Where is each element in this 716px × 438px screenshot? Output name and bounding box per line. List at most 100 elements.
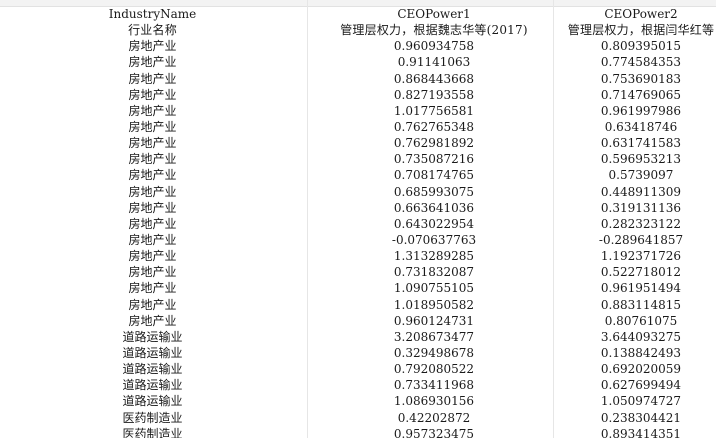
table-cell[interactable]: 房地产业 bbox=[0, 248, 305, 264]
table-cell[interactable]: 0.91141063 bbox=[312, 54, 556, 70]
table-cell[interactable]: 医药制造业 bbox=[0, 426, 305, 438]
table-cell[interactable]: 0.868443668 bbox=[312, 71, 556, 87]
table-row: 房地产业 0.868443668 0.753690183 bbox=[0, 71, 716, 87]
table-row: 房地产业 0.762981892 0.631741583 bbox=[0, 135, 716, 151]
table-cell[interactable]: 房地产业 bbox=[0, 103, 305, 119]
spreadsheet: IndustryName CEOPower1 CEOPower2 行业名称 管理… bbox=[0, 0, 716, 438]
table-cell[interactable]: 0.774584353 bbox=[556, 54, 716, 70]
table-cell[interactable]: 0.731832087 bbox=[312, 264, 556, 280]
table-cell[interactable]: 0.809395015 bbox=[556, 38, 716, 54]
table-cell[interactable]: 房地产业 bbox=[0, 184, 305, 200]
table-row: 道路运输业 3.208673477 3.644093275 bbox=[0, 329, 716, 345]
table-cell[interactable]: 0.238304421 bbox=[556, 410, 716, 426]
table-cell[interactable]: 0.692020059 bbox=[556, 361, 716, 377]
table-cell[interactable]: 0.329498678 bbox=[312, 345, 556, 361]
table-cell[interactable]: 道路运输业 bbox=[0, 361, 305, 377]
table-row: 道路运输业 0.792080522 0.692020059 bbox=[0, 361, 716, 377]
table-cell[interactable]: 房地产业 bbox=[0, 38, 305, 54]
description-cell[interactable]: 行业名称 bbox=[0, 22, 305, 38]
table-cell[interactable]: 0.627699494 bbox=[556, 377, 716, 393]
table-cell[interactable]: 0.957323475 bbox=[312, 426, 556, 438]
table-cell[interactable]: 0.80761075 bbox=[556, 313, 716, 329]
table-cell[interactable]: 0.753690183 bbox=[556, 71, 716, 87]
description-cell[interactable]: 管理层权力，根据魏志华等(2017) bbox=[312, 22, 556, 38]
table-cell[interactable]: 1.090755105 bbox=[312, 280, 556, 296]
table-cell[interactable]: 0.961951494 bbox=[556, 280, 716, 296]
table-cell[interactable]: 0.960124731 bbox=[312, 313, 556, 329]
table-cell[interactable]: 房地产业 bbox=[0, 151, 305, 167]
table-cell[interactable]: 道路运输业 bbox=[0, 377, 305, 393]
table-row: 房地产业 0.91141063 0.774584353 bbox=[0, 54, 716, 70]
table-cell[interactable]: 3.208673477 bbox=[312, 329, 556, 345]
table-cell[interactable]: 房地产业 bbox=[0, 71, 305, 87]
table-cell[interactable]: 1.050974727 bbox=[556, 393, 716, 409]
table-cell[interactable]: 1.017756581 bbox=[312, 103, 556, 119]
table-cell[interactable]: 3.644093275 bbox=[556, 329, 716, 345]
table-cell[interactable]: 0.762981892 bbox=[312, 135, 556, 151]
table-cell[interactable]: 房地产业 bbox=[0, 216, 305, 232]
table-cell[interactable]: 0.883114815 bbox=[556, 297, 716, 313]
table-cell[interactable]: 0.663641036 bbox=[312, 200, 556, 216]
table-cell[interactable]: 0.960934758 bbox=[312, 38, 556, 54]
header-cell[interactable]: CEOPower2 bbox=[556, 6, 716, 22]
table-cell[interactable]: 0.138842493 bbox=[556, 345, 716, 361]
table-cell[interactable]: 1.313289285 bbox=[312, 248, 556, 264]
header-cell[interactable]: IndustryName bbox=[0, 6, 305, 22]
table-row: 房地产业 1.090755105 0.961951494 bbox=[0, 280, 716, 296]
table-cell[interactable]: 医药制造业 bbox=[0, 410, 305, 426]
table-row: 房地产业 0.643022954 0.282323122 bbox=[0, 216, 716, 232]
table-row: 道路运输业 1.086930156 1.050974727 bbox=[0, 393, 716, 409]
table-row: 道路运输业 0.329498678 0.138842493 bbox=[0, 345, 716, 361]
table-row: 房地产业 -0.070637763 -0.289641857 bbox=[0, 232, 716, 248]
table-cell[interactable]: 0.63418746 bbox=[556, 119, 716, 135]
table-cell[interactable]: 1.018950582 bbox=[312, 297, 556, 313]
table-cell[interactable]: 1.192371726 bbox=[556, 248, 716, 264]
table-cell[interactable]: 0.735087216 bbox=[312, 151, 556, 167]
table-cell[interactable]: 道路运输业 bbox=[0, 329, 305, 345]
table-cell[interactable]: 房地产业 bbox=[0, 167, 305, 183]
table-cell[interactable]: -0.070637763 bbox=[312, 232, 556, 248]
table-cell[interactable]: 0.596953213 bbox=[556, 151, 716, 167]
table-cell[interactable]: 0.762765348 bbox=[312, 119, 556, 135]
table-cell[interactable]: 房地产业 bbox=[0, 200, 305, 216]
table-cell[interactable]: 房地产业 bbox=[0, 297, 305, 313]
table-cell[interactable]: 0.714769065 bbox=[556, 87, 716, 103]
table-cell[interactable]: 房地产业 bbox=[0, 87, 305, 103]
table-cell[interactable]: 0.631741583 bbox=[556, 135, 716, 151]
header-row: IndustryName CEOPower1 CEOPower2 bbox=[0, 6, 716, 22]
table-cell[interactable]: -0.289641857 bbox=[556, 232, 716, 248]
table-cell[interactable]: 房地产业 bbox=[0, 313, 305, 329]
table-cell[interactable]: 0.893414351 bbox=[556, 426, 716, 438]
table-row: 房地产业 0.663641036 0.319131136 bbox=[0, 200, 716, 216]
table-cell[interactable]: 0.319131136 bbox=[556, 200, 716, 216]
table-cell[interactable]: 道路运输业 bbox=[0, 393, 305, 409]
description-cell[interactable]: 管理层权力，根据闫华红等 bbox=[556, 22, 716, 38]
table-cell[interactable]: 0.522718012 bbox=[556, 264, 716, 280]
data-grid: IndustryName CEOPower1 CEOPower2 行业名称 管理… bbox=[0, 6, 716, 438]
table-cell[interactable]: 0.733411968 bbox=[312, 377, 556, 393]
table-cell[interactable]: 1.086930156 bbox=[312, 393, 556, 409]
table-cell[interactable]: 0.827193558 bbox=[312, 87, 556, 103]
table-cell[interactable]: 道路运输业 bbox=[0, 345, 305, 361]
table-cell[interactable]: 0.685993075 bbox=[312, 184, 556, 200]
table-row: 房地产业 0.827193558 0.714769065 bbox=[0, 87, 716, 103]
table-cell[interactable]: 0.792080522 bbox=[312, 361, 556, 377]
table-cell[interactable]: 0.42202872 bbox=[312, 410, 556, 426]
table-row: 房地产业 0.960934758 0.809395015 bbox=[0, 38, 716, 54]
table-cell[interactable]: 房地产业 bbox=[0, 119, 305, 135]
table-cell[interactable]: 房地产业 bbox=[0, 264, 305, 280]
table-cell[interactable]: 房地产业 bbox=[0, 232, 305, 248]
table-cell[interactable]: 房地产业 bbox=[0, 280, 305, 296]
table-cell[interactable]: 0.961997986 bbox=[556, 103, 716, 119]
table-body: 房地产业 0.960934758 0.809395015 房地产业 0.91141063… bbox=[0, 38, 716, 438]
table-row: 房地产业 0.960124731 0.80761075 bbox=[0, 313, 716, 329]
table-cell[interactable]: 房地产业 bbox=[0, 135, 305, 151]
table-cell[interactable]: 0.708174765 bbox=[312, 167, 556, 183]
table-cell[interactable]: 0.643022954 bbox=[312, 216, 556, 232]
table-cell[interactable]: 0.448911309 bbox=[556, 184, 716, 200]
header-cell[interactable]: CEOPower1 bbox=[312, 6, 556, 22]
table-cell[interactable]: 0.5739097 bbox=[556, 167, 716, 183]
table-row: 医药制造业 0.957323475 0.893414351 bbox=[0, 426, 716, 438]
table-cell[interactable]: 房地产业 bbox=[0, 54, 305, 70]
table-cell[interactable]: 0.282323122 bbox=[556, 216, 716, 232]
